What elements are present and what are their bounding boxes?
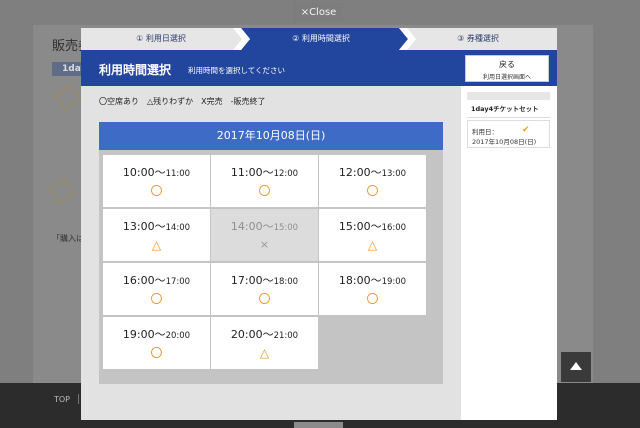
availability-mark: 〇 [258, 184, 271, 198]
step-ticket-select: ③ 券種選択 [457, 34, 499, 43]
calendar-date-header: 2017年10月08日(日) [99, 122, 443, 150]
slot-start: 15:00〜 [338, 220, 382, 233]
page-title: 利用時間選択 [99, 63, 172, 77]
selected-date-box: 利用日： ✔ 2017年10月08日(日) [467, 120, 550, 148]
close-button[interactable]: ×Close [294, 3, 343, 22]
availability-mark: 〇 [150, 346, 163, 360]
arrow-up-icon [570, 362, 582, 370]
availability-mark: 〇 [366, 184, 379, 198]
availability-mark: △ [151, 238, 162, 252]
availability-mark: 〇 [258, 292, 271, 306]
selection-summary-sidebar: 1day4チケットセット 利用日： ✔ 2017年10月08日(日) [461, 86, 557, 420]
slot-time: 18:00〜19:00 [319, 272, 426, 288]
step-time-select: ② 利用時間選択 [292, 34, 350, 43]
time-slot-soldout: 14:00〜15:00 × [211, 209, 318, 261]
back-button-sublabel: 利用日選択画面へ [482, 74, 531, 81]
date-value: 2017年10月08日(日) [472, 138, 537, 146]
time-slot[interactable]: 11:00〜12:00 〇 [211, 155, 318, 207]
slot-start: 17:00〜 [230, 274, 274, 287]
time-slot[interactable]: 13:00〜14:00 △ [103, 209, 210, 261]
footer-separator [78, 394, 79, 404]
slot-start: 19:00〜 [122, 328, 166, 341]
time-slot[interactable]: 17:00〜18:00 〇 [211, 263, 318, 315]
check-icon: ✔ [522, 125, 530, 135]
page-top-button[interactable] [561, 352, 591, 382]
date-label: 利用日： [472, 128, 498, 136]
slot-time: 20:00〜21:00 [211, 326, 318, 342]
main-panel: 〇空席あり △残りわずか X完売 -販売終了 2017年10月08日(日) 10… [81, 86, 461, 420]
slot-start: 20:00〜 [230, 328, 274, 341]
availability-mark: 〇 [366, 292, 379, 306]
slot-time: 11:00〜12:00 [211, 164, 318, 180]
time-select-modal: ① 利用日選択 ② 利用時間選択 ③ 券種選択 利用時間選択 利用時間を選択して… [81, 28, 557, 420]
background-note: 「購入は [52, 234, 84, 243]
slot-end: 13:00 [381, 169, 407, 179]
time-slot[interactable]: 19:00〜20:00 〇 [103, 317, 210, 369]
close-button-bottom[interactable] [294, 422, 343, 428]
back-button[interactable]: 戻る 利用日選択画面へ [465, 55, 549, 82]
time-slot-calendar: 2017年10月08日(日) 10:00〜11:00 〇 11:00〜12:00… [99, 122, 443, 384]
slot-time: 12:00〜13:00 [319, 164, 426, 180]
availability-mark: △ [367, 238, 378, 252]
slot-time: 17:00〜18:00 [211, 272, 318, 288]
slot-start: 11:00〜 [230, 166, 274, 179]
availability-legend: 〇空席あり △残りわずか X完売 -販売終了 [99, 97, 266, 106]
slot-end: 15:00 [273, 223, 299, 233]
time-slot[interactable]: 18:00〜19:00 〇 [319, 263, 426, 315]
slot-time: 15:00〜16:00 [319, 218, 426, 234]
slot-end: 20:00 [165, 331, 191, 341]
selected-product: 1day4チケットセット [467, 100, 550, 118]
footer-top-link[interactable]: TOP [54, 395, 70, 404]
modal-header: 利用時間選択 利用時間を選択してください 戻る 利用日選択画面へ [81, 50, 557, 86]
slot-time: 19:00〜20:00 [103, 326, 210, 342]
slot-start: 18:00〜 [338, 274, 382, 287]
soldout-mark: × [259, 238, 270, 251]
slot-start: 16:00〜 [122, 274, 166, 287]
slot-time: 13:00〜14:00 [103, 218, 210, 234]
slot-end: 19:00 [381, 277, 407, 287]
slot-time: 10:00〜11:00 [103, 164, 210, 180]
time-slot[interactable]: 15:00〜16:00 △ [319, 209, 426, 261]
time-slot[interactable]: 10:00〜11:00 〇 [103, 155, 210, 207]
slot-start: 14:00〜 [230, 220, 274, 233]
slot-end: 18:00 [273, 277, 299, 287]
time-slot[interactable]: 16:00〜17:00 〇 [103, 263, 210, 315]
slot-time: 16:00〜17:00 [103, 272, 210, 288]
slot-start: 13:00〜 [122, 220, 166, 233]
step-date-select: ① 利用日選択 [136, 34, 186, 43]
time-slot[interactable]: 20:00〜21:00 △ [211, 317, 318, 369]
sidebar-top-bar [467, 92, 550, 100]
slot-end: 12:00 [273, 169, 299, 179]
slot-end: 21:00 [273, 331, 299, 341]
slot-start: 10:00〜 [122, 166, 166, 179]
slot-end: 16:00 [381, 223, 407, 233]
time-slot[interactable]: 12:00〜13:00 〇 [319, 155, 426, 207]
step-indicator: ① 利用日選択 ② 利用時間選択 ③ 券種選択 [81, 28, 557, 50]
slot-end: 17:00 [165, 277, 191, 287]
slot-time: 14:00〜15:00 [211, 218, 318, 234]
availability-mark: 〇 [150, 184, 163, 198]
slot-end: 14:00 [165, 223, 191, 233]
availability-mark: △ [259, 346, 270, 360]
slot-end: 11:00 [165, 169, 191, 179]
page-subtitle: 利用時間を選択してください [188, 66, 286, 75]
slot-start: 12:00〜 [338, 166, 382, 179]
availability-mark: 〇 [150, 292, 163, 306]
back-button-label: 戻る [499, 60, 515, 69]
